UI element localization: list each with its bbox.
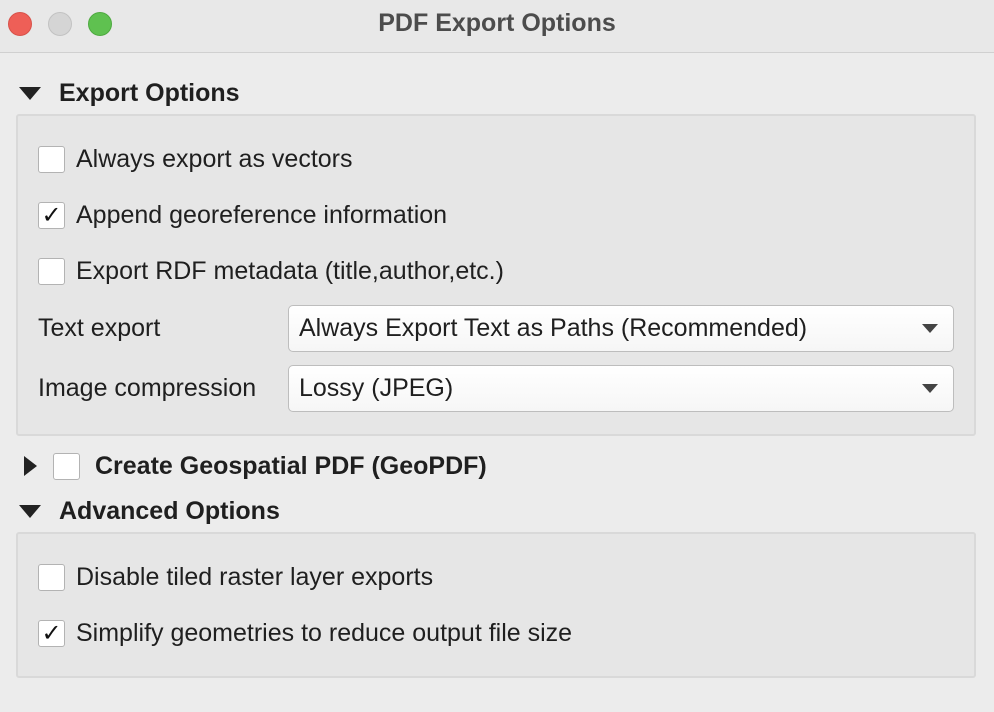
simplify-geometries-checkbox[interactable]: ✓ [38,619,65,647]
export-rdf-metadata-label: Export RDF metadata (title,author,etc.) [76,256,504,285]
export-options-header[interactable]: Export Options [0,76,240,110]
window-title: PDF Export Options [378,9,616,37]
text-export-value: Always Export Text as Paths (Recommended… [299,314,808,342]
always-export-vectors-checkbox[interactable] [38,145,65,173]
triangle-down-icon[interactable] [19,504,41,518]
title-bar: PDF Export Options [0,0,994,53]
image-compression-select[interactable]: Lossy (JPEG) [288,365,954,412]
append-georeference-label: Append georeference information [76,200,448,229]
disable-tiled-raster-checkbox[interactable] [38,563,65,591]
simplify-geometries-label: Simplify geometries to reduce output fil… [76,618,573,647]
geopdf-title: Create Geospatial PDF (GeoPDF) [95,451,487,480]
simplify-geometries-row[interactable]: ✓ Simplify geometries to reduce output f… [38,616,572,650]
export-rdf-metadata-checkbox[interactable] [38,257,65,285]
append-georeference-row[interactable]: ✓ Append georeference information [38,198,447,232]
image-compression-value: Lossy (JPEG) [299,374,454,402]
export-rdf-metadata-row[interactable]: Export RDF metadata (title,author,etc.) [38,254,504,288]
always-export-vectors-label: Always export as vectors [76,144,353,173]
append-georeference-checkbox[interactable]: ✓ [38,201,65,229]
export-options-title: Export Options [59,78,240,107]
chevron-down-icon [922,324,938,333]
text-export-label: Text export [38,314,161,342]
disable-tiled-raster-row[interactable]: Disable tiled raster layer exports [38,560,433,594]
triangle-down-icon[interactable] [19,86,41,100]
advanced-options-title: Advanced Options [59,496,280,525]
image-compression-label: Image compression [38,374,257,402]
advanced-options-group [16,532,976,678]
geopdf-header[interactable]: Create Geospatial PDF (GeoPDF) [0,449,487,483]
advanced-options-header[interactable]: Advanced Options [0,494,280,528]
always-export-vectors-row[interactable]: Always export as vectors [38,142,353,176]
text-export-select[interactable]: Always Export Text as Paths (Recommended… [288,305,954,352]
geopdf-checkbox[interactable] [53,452,80,480]
triangle-right-icon[interactable] [24,456,37,476]
pdf-export-options-window: PDF Export Options Export Options Always… [0,0,994,712]
disable-tiled-raster-label: Disable tiled raster layer exports [76,562,434,591]
chevron-down-icon [922,384,938,393]
